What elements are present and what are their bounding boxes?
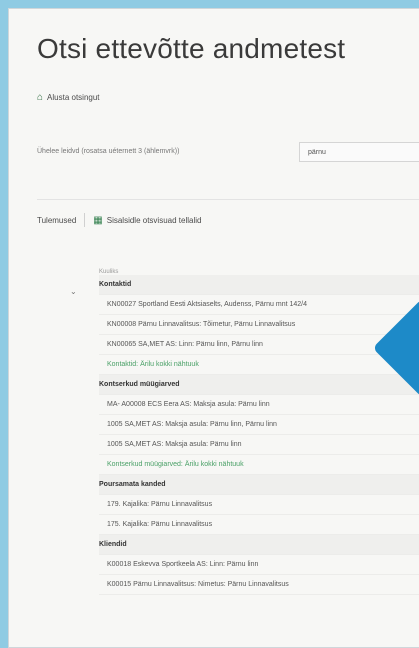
- result-item[interactable]: MA- A00008 ECS Eera AS: Maksja asula: Pä…: [99, 395, 419, 415]
- group-header[interactable]: Kontaktid: [99, 275, 419, 295]
- results-toolbar: Tulemused ▦ Sisalsidle otsvisuad tellali…: [37, 213, 201, 227]
- result-item[interactable]: KN00027 Sportland Eesti Aktsiaselts, Aud…: [99, 295, 419, 315]
- group-header[interactable]: Kontserkud müügiarved: [99, 375, 419, 395]
- results-label: Tulemused: [37, 215, 77, 225]
- chevron-down-icon[interactable]: ⌄: [70, 287, 77, 296]
- new-search-link[interactable]: ⌂ Alusta otsingut: [37, 92, 100, 103]
- group-header[interactable]: Poursamata kanded: [99, 475, 419, 495]
- export-button[interactable]: ▦ Sisalsidle otsvisuad tellalid: [93, 215, 201, 226]
- section-divider: [37, 199, 419, 200]
- result-item[interactable]: KN00065 SA,MET AS: Linn: Pärnu linn, Pär…: [99, 335, 419, 355]
- excel-icon: ▦: [93, 214, 103, 226]
- toolbar-separator: [84, 213, 86, 227]
- page-title: Otsi ettevõtte andmetest: [37, 33, 346, 64]
- result-item[interactable]: 1005 SA,MET AS: Maksja asula: Pärnu linn…: [99, 415, 419, 435]
- home-icon: ⌂: [37, 92, 44, 103]
- result-item[interactable]: K00018 Eskevva Sportkeela AS: Linn: Pärn…: [99, 555, 419, 575]
- result-item[interactable]: 175. Kajalika: Pärnu Linnavalitsus: [99, 515, 419, 535]
- new-search-label: Alusta otsingut: [47, 93, 100, 102]
- result-item[interactable]: KN00008 Pärnu Linnavalitsus: Tõimetur, P…: [99, 315, 419, 335]
- show-all-link[interactable]: Kontaktid: Ärilu kokki nähtuuk: [99, 355, 419, 375]
- search-label: Ühelee leidvd (rosatsa uéternett 3 (ähle…: [37, 148, 180, 155]
- result-item[interactable]: 179. Kajalika: Pärnu Linnavalitsus: [99, 495, 419, 515]
- show-all-link[interactable]: Kontserkud müügiarved: Ärilu kokki nähtu…: [99, 455, 419, 475]
- search-card: Otsi ettevõtte andmetest ⌂ Alusta otsing…: [8, 8, 419, 648]
- group-header[interactable]: Kliendid: [99, 535, 419, 555]
- result-item[interactable]: K00015 Pärnu Linnavalitsus: Nimetus: Pär…: [99, 575, 419, 595]
- search-input[interactable]: pärnu: [299, 142, 419, 162]
- result-item[interactable]: 1005 SA,MET AS: Maksja asula: Pärnu linn: [99, 435, 419, 455]
- export-label: Sisalsidle otsvisuad tellalid: [106, 215, 202, 225]
